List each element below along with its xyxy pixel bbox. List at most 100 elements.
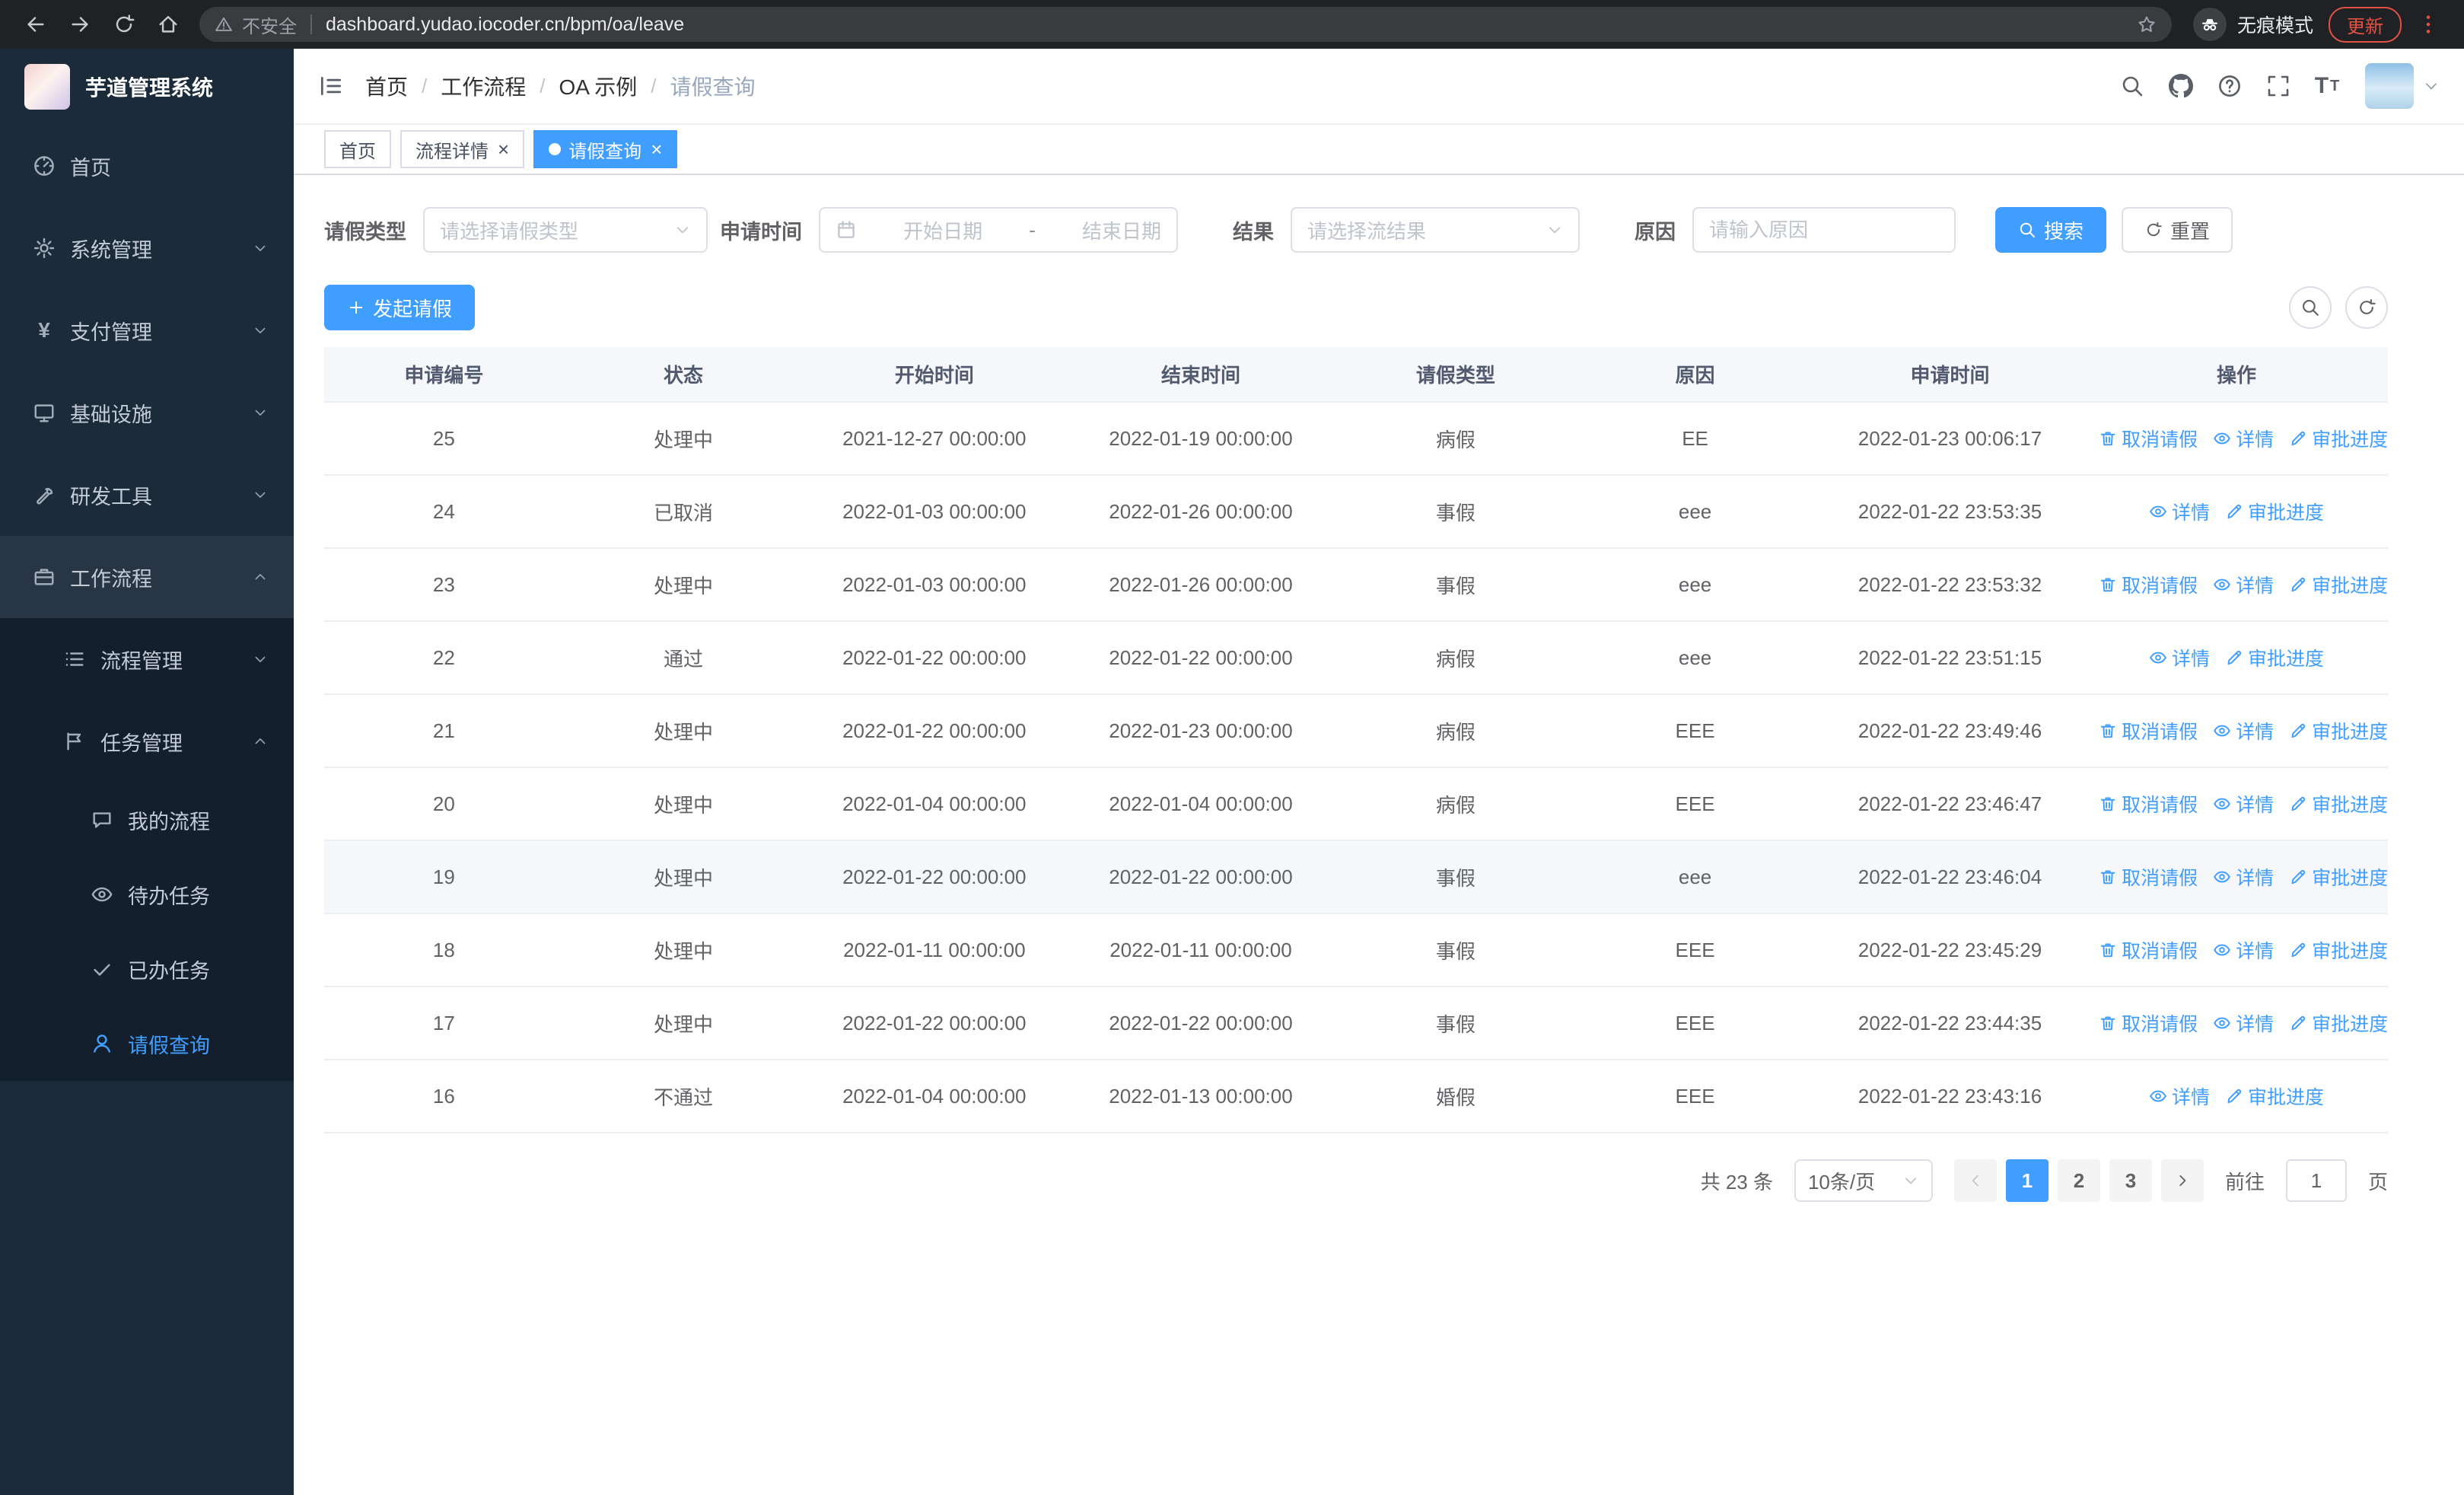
fullscreen-icon[interactable] (2259, 66, 2298, 106)
action-progress-link[interactable]: 审批进度 (2225, 644, 2324, 671)
action-detail-link[interactable]: 详情 (2213, 863, 2274, 891)
sidebar-item-task-management[interactable]: 任务管理 (0, 700, 294, 783)
action-cancel-link[interactable]: 取消请假 (2099, 790, 2198, 818)
help-icon[interactable] (2210, 66, 2249, 106)
github-icon[interactable] (2161, 66, 2201, 106)
chevron-right-icon (2174, 1172, 2191, 1189)
action-detail-link[interactable]: 详情 (2213, 936, 2274, 964)
action-detail-link[interactable]: 详情 (2149, 644, 2210, 671)
sidebar-item-my-process[interactable]: 我的流程 (0, 783, 294, 857)
action-detail-link[interactable]: 详情 (2213, 790, 2274, 818)
action-detail-link[interactable]: 详情 (2213, 425, 2274, 452)
sidebar-item-todo-tasks[interactable]: 待办任务 (0, 857, 294, 932)
create-leave-button[interactable]: 发起请假 (324, 285, 476, 330)
breadcrumb-item[interactable]: OA 示例 (559, 71, 638, 101)
page-size-select[interactable]: 10条/页 (1794, 1159, 1933, 1202)
user-avatar[interactable] (2365, 63, 2414, 109)
goto-page-input[interactable] (2285, 1159, 2347, 1202)
close-icon[interactable]: × (651, 139, 662, 159)
action-progress-link[interactable]: 审批进度 (2289, 936, 2388, 964)
breadcrumb-item[interactable]: 工作流程 (441, 71, 526, 101)
action-detail-link[interactable]: 详情 (2149, 1082, 2210, 1110)
action-progress-link[interactable]: 审批进度 (2289, 863, 2388, 891)
edit-icon (2289, 941, 2307, 959)
reset-button-label: 重置 (2170, 219, 2211, 243)
refresh-table-button[interactable] (2345, 286, 2388, 329)
prev-page-button[interactable] (1953, 1159, 1997, 1202)
search-button[interactable]: 搜索 (1995, 207, 2107, 253)
column-header: 状态 (563, 347, 804, 403)
sidebar-item-system-management[interactable]: 系统管理 (0, 207, 294, 289)
leave-type-select[interactable]: 请选择请假类型 (423, 207, 708, 253)
sidebar-toggle-icon[interactable] (318, 73, 344, 99)
bookmark-star-icon[interactable] (2137, 14, 2157, 34)
cell-id: 24 (324, 475, 564, 549)
back-button[interactable] (15, 4, 56, 45)
action-detail-link[interactable]: 详情 (2213, 1009, 2274, 1037)
action-detail-link[interactable]: 详情 (2149, 498, 2210, 525)
action-progress-link[interactable]: 审批进度 (2225, 1082, 2324, 1110)
avatar-caret-icon[interactable] (2423, 78, 2440, 94)
sidebar-item-workflow[interactable]: 工作流程 (0, 536, 294, 618)
cell-applied: 2022-01-22 23:46:04 (1814, 840, 2086, 914)
edit-icon (2289, 1014, 2307, 1032)
address-bar[interactable]: 不安全 dashboard.yudao.iocoder.cn/bpm/oa/le… (199, 7, 2172, 42)
plus-icon (347, 298, 365, 317)
cell-reason: EEE (1575, 1060, 1815, 1133)
page-button-3[interactable]: 3 (2109, 1159, 2152, 1202)
page-button-1[interactable]: 1 (2005, 1159, 2049, 1202)
search-icon[interactable] (2112, 66, 2152, 106)
reason-input[interactable] (1692, 207, 1956, 253)
action-progress-link[interactable]: 审批进度 (2289, 571, 2388, 598)
home-button[interactable] (148, 4, 189, 45)
sidebar: 芋道管理系统 首页 系统管理 ¥ 支付管理 基础设施 研发工具 工作流程 流程管理 任务管理 我的… (0, 49, 294, 1495)
action-progress-link[interactable]: 审批进度 (2289, 790, 2388, 818)
sidebar-item-payment-management[interactable]: ¥ 支付管理 (0, 289, 294, 371)
cell-status: 处理中 (563, 913, 804, 987)
page-button-2[interactable]: 2 (2057, 1159, 2100, 1202)
action-cancel-link[interactable]: 取消请假 (2099, 863, 2198, 891)
action-cancel-link[interactable]: 取消请假 (2099, 571, 2198, 598)
edit-icon (2289, 429, 2307, 448)
action-detail-link[interactable]: 详情 (2213, 717, 2274, 744)
create-leave-label: 发起请假 (373, 297, 453, 320)
chevron-down-icon (248, 487, 272, 502)
action-progress-link[interactable]: 审批进度 (2289, 425, 2388, 452)
update-button[interactable]: 更新 (2329, 6, 2402, 43)
cell-applied: 2022-01-22 23:46:47 (1814, 767, 2086, 841)
result-select[interactable]: 请选择流结果 (1291, 207, 1580, 253)
action-detail-link[interactable]: 详情 (2213, 571, 2274, 598)
breadcrumb-item[interactable]: 首页 (365, 71, 408, 101)
sidebar-item-process-management[interactable]: 流程管理 (0, 618, 294, 700)
table-row: 20 处理中 2022-01-04 00:00:00 2022-01-04 00:00… (324, 767, 2388, 841)
forward-button[interactable] (59, 4, 100, 45)
action-cancel-link[interactable]: 取消请假 (2099, 717, 2198, 744)
app-logo[interactable]: 芋道管理系统 (0, 49, 294, 125)
action-cancel-link[interactable]: 取消请假 (2099, 936, 2198, 964)
reset-button[interactable]: 重置 (2122, 207, 2233, 253)
next-page-button[interactable] (2160, 1159, 2204, 1202)
apply-time-range-picker[interactable]: 开始日期 - 结束日期 (819, 207, 1178, 253)
action-progress-link[interactable]: 审批进度 (2289, 1009, 2388, 1037)
app-root: 芋道管理系统 首页 系统管理 ¥ 支付管理 基础设施 研发工具 工作流程 流程管理 任务管理 我的… (0, 49, 2464, 1495)
tab-home[interactable]: 首页 (324, 130, 391, 168)
hide-search-button[interactable] (2289, 286, 2332, 329)
tab-leave-query[interactable]: 请假查询 × (533, 130, 678, 168)
sidebar-item-home[interactable]: 首页 (0, 125, 294, 207)
browser-menu-button[interactable] (2408, 4, 2449, 45)
action-progress-link[interactable]: 审批进度 (2225, 498, 2324, 525)
font-size-icon[interactable]: TT (2307, 66, 2347, 106)
action-cancel-link[interactable]: 取消请假 (2099, 425, 2198, 452)
tab-process-detail[interactable]: 流程详情 × (400, 130, 525, 168)
sidebar-item-done-tasks[interactable]: 已办任务 (0, 932, 294, 1006)
sidebar-item-dev-tools[interactable]: 研发工具 (0, 454, 294, 536)
tabs-bar: 首页 流程详情 × 请假查询 × (294, 125, 2464, 175)
action-cancel-link[interactable]: 取消请假 (2099, 1009, 2198, 1037)
action-progress-link[interactable]: 审批进度 (2289, 717, 2388, 744)
sidebar-item-infrastructure[interactable]: 基础设施 (0, 371, 294, 454)
reload-button[interactable] (103, 4, 145, 45)
column-header: 申请时间 (1814, 347, 2086, 403)
sidebar-item-leave-query[interactable]: 请假查询 (0, 1006, 294, 1081)
table-row: 21 处理中 2022-01-22 00:00:00 2022-01-23 00:00… (324, 694, 2388, 768)
close-icon[interactable]: × (498, 139, 509, 159)
